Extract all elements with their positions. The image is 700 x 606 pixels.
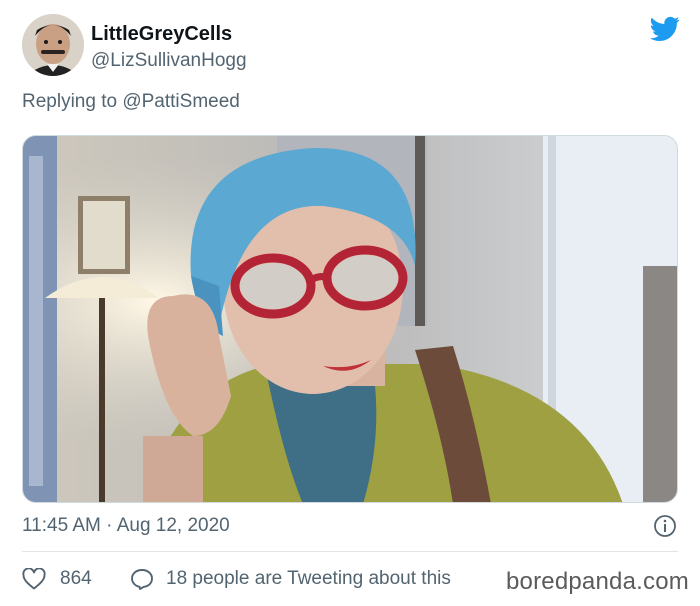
watermark: boredpanda.com bbox=[506, 568, 689, 595]
tweet-photo[interactable] bbox=[22, 135, 678, 503]
tweet-card: LittleGreyCells @LizSullivanHogg Replyin… bbox=[0, 0, 700, 606]
like-button[interactable]: 864 bbox=[22, 566, 92, 592]
tweet-timestamp[interactable]: 11:45 AM · Aug 12, 2020 bbox=[22, 515, 230, 537]
display-name[interactable]: LittleGreyCells bbox=[91, 23, 232, 46]
user-handle[interactable]: @LizSullivanHogg bbox=[91, 50, 247, 72]
replying-to-line: Replying to @PattiSmeed bbox=[22, 91, 240, 113]
replying-to-mention[interactable]: @PattiSmeed bbox=[122, 91, 240, 112]
conversation-link[interactable]: 18 people are Tweeting about this bbox=[130, 566, 451, 592]
heart-icon bbox=[22, 568, 46, 590]
info-icon[interactable] bbox=[653, 514, 677, 538]
twitter-bird-icon[interactable] bbox=[650, 16, 680, 42]
tweet-actions: 864 18 people are Tweeting about this bbox=[22, 566, 582, 592]
tweet-header: LittleGreyCells @LizSullivanHogg bbox=[22, 14, 682, 78]
replying-to-prefix: Replying to bbox=[22, 91, 118, 112]
conversation-text: 18 people are Tweeting about this bbox=[166, 568, 451, 589]
divider bbox=[22, 551, 678, 552]
avatar[interactable] bbox=[22, 14, 84, 76]
like-count: 864 bbox=[60, 568, 92, 589]
speech-bubble-icon bbox=[131, 569, 153, 590]
